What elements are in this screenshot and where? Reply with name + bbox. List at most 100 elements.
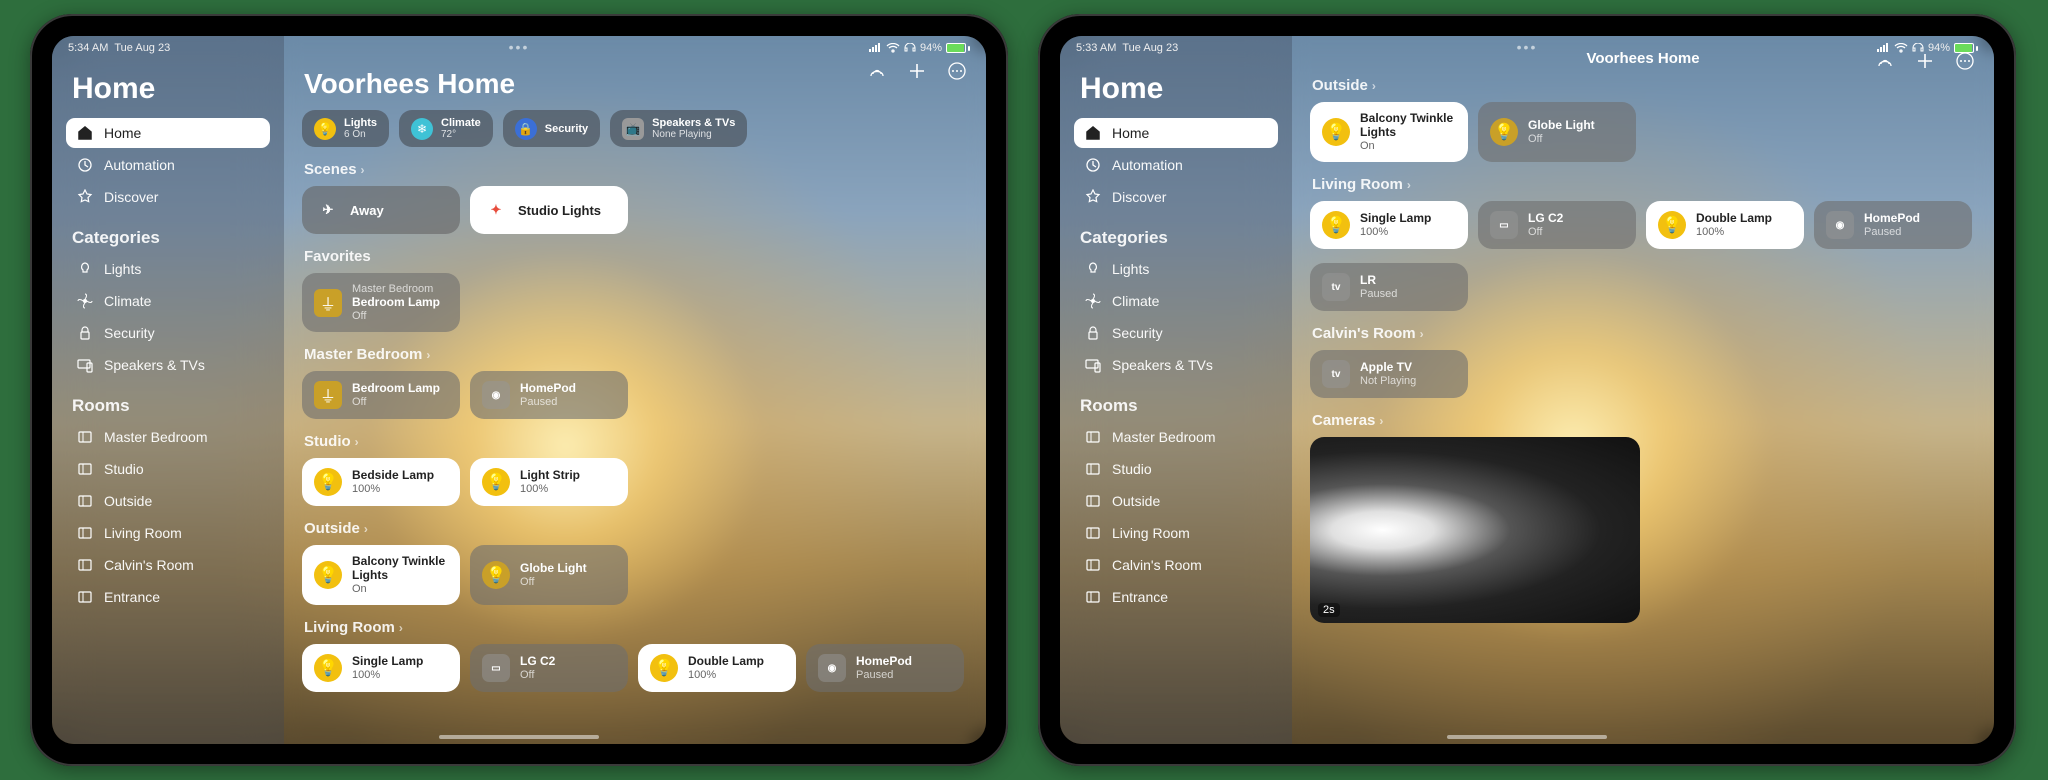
screen-right: 5:33 AM Tue Aug 23 94% ••• Home Home Aut… — [1060, 36, 1994, 744]
sidebar-nav-discover[interactable]: Discover — [1074, 182, 1278, 212]
star-icon — [1084, 188, 1102, 206]
category-pill-climate[interactable]: ❄︎ Climate72° — [399, 110, 493, 147]
tile-fav-bedroom-lamp[interactable]: ⏚ Master BedroomBedroom LampOff — [302, 273, 460, 332]
sidebar-cat-label: Lights — [1112, 261, 1149, 277]
category-pill-speakers[interactable]: 📺 Speakers & TVsNone Playing — [610, 110, 747, 147]
scene-away[interactable]: ✈︎ Away — [302, 186, 460, 234]
lightbulb-icon — [1084, 260, 1102, 278]
lightbulb-icon: 💡 — [314, 468, 342, 496]
tile-outside-globe[interactable]: 💡 Globe LightOff — [470, 545, 628, 605]
sidebar-room-outside[interactable]: Outside — [1074, 486, 1278, 516]
category-pill-security[interactable]: 🔒 Security — [503, 110, 600, 147]
sidebar-room-outside[interactable]: Outside — [66, 486, 270, 516]
multitask-dots[interactable]: ••• — [1517, 39, 1538, 55]
sidebar-nav-label: Home — [1112, 125, 1149, 141]
more-icon[interactable] — [948, 62, 966, 80]
sidebar-room-label: Master Bedroom — [1112, 429, 1215, 445]
sidebar-cat-speakers[interactable]: Speakers & TVs — [1074, 350, 1278, 380]
chevron-right-icon: › — [399, 621, 403, 635]
sidebar-nav-home[interactable]: Home — [1074, 118, 1278, 148]
sidebar-cat-climate[interactable]: Climate — [1074, 286, 1278, 316]
sidebar-cat-label: Climate — [1112, 293, 1159, 309]
sidebar-cat-label: Security — [1112, 325, 1163, 341]
section-outside[interactable]: Outside› — [1312, 77, 1976, 94]
section-living[interactable]: Living Room› — [304, 619, 968, 636]
camera-preview[interactable]: 2s — [1310, 437, 1640, 623]
camera-timestamp: 2s — [1318, 603, 1340, 617]
sidebar-nav-discover[interactable]: Discover — [66, 182, 270, 212]
sidebar-nav-label: Discover — [104, 189, 158, 205]
tile-outside-twinkle[interactable]: 💡Balcony Twinkle LightsOn — [1310, 102, 1468, 162]
scene-studio-lights[interactable]: ✦ Studio Lights — [470, 186, 628, 234]
lightbulb-icon: 💡 — [1322, 118, 1350, 146]
fan-icon: ❄︎ — [411, 118, 433, 140]
multitask-dots[interactable]: ••• — [509, 39, 530, 55]
sidebar-room-calvin[interactable]: Calvin's Room — [1074, 550, 1278, 580]
sidebar-nav-label: Home — [104, 125, 141, 141]
sidebar-cat-lights[interactable]: Lights — [66, 254, 270, 284]
home-indicator[interactable] — [1447, 735, 1607, 739]
section-cameras[interactable]: Cameras› — [1312, 412, 1976, 429]
tile-living-double[interactable]: 💡 Double Lamp100% — [638, 644, 796, 692]
sidebar-room-studio[interactable]: Studio — [66, 454, 270, 484]
category-pill-lights[interactable]: 💡 Lights6 On — [302, 110, 389, 147]
section-master[interactable]: Master Bedroom› — [304, 346, 968, 363]
tile-master-homepod[interactable]: ◉ HomePodPaused — [470, 371, 628, 419]
sidebar-room-studio[interactable]: Studio — [1074, 454, 1278, 484]
sidebar-room-label: Master Bedroom — [104, 429, 207, 445]
status-time: 5:33 AM — [1076, 42, 1116, 54]
appletv-icon: tv — [1322, 360, 1350, 388]
add-icon[interactable] — [908, 62, 926, 80]
tile-studio-bedside[interactable]: 💡 Bedside Lamp100% — [302, 458, 460, 506]
sidebar-nav-automation[interactable]: Automation — [1074, 150, 1278, 180]
tile-living-lr[interactable]: tvLRPaused — [1310, 263, 1468, 311]
section-favorites[interactable]: Favorites — [304, 248, 968, 265]
tile-living-homepod[interactable]: ◉ HomePodPaused — [806, 644, 964, 692]
sidebar-room-label: Entrance — [1112, 589, 1168, 605]
sidebar-cat-security[interactable]: Security — [66, 318, 270, 348]
section-calvin[interactable]: Calvin's Room› — [1312, 325, 1976, 342]
home-indicator[interactable] — [439, 735, 599, 739]
sidebar-cat-speakers[interactable]: Speakers & TVs — [66, 350, 270, 380]
tile-living-lg[interactable]: ▭LG C2Off — [1478, 201, 1636, 249]
sidebar-room-label: Studio — [1112, 461, 1152, 477]
sidebar-room-living[interactable]: Living Room — [66, 518, 270, 548]
tv-speaker-icon — [76, 356, 94, 374]
tile-master-lamp[interactable]: ⏚ Bedroom LampOff — [302, 371, 460, 419]
sidebar-rooms-label: Rooms — [72, 396, 264, 416]
sidebar-room-calvin[interactable]: Calvin's Room — [66, 550, 270, 580]
sidebar-room-living[interactable]: Living Room — [1074, 518, 1278, 548]
tile-calvin-atv[interactable]: tvApple TVNot Playing — [1310, 350, 1468, 398]
section-living[interactable]: Living Room› — [1312, 176, 1976, 193]
sidebar-cat-security[interactable]: Security — [1074, 318, 1278, 348]
tile-studio-strip[interactable]: 💡 Light Strip100% — [470, 458, 628, 506]
tile-living-lg[interactable]: ▭ LG C2Off — [470, 644, 628, 692]
sidebar-cat-lights[interactable]: Lights — [1074, 254, 1278, 284]
section-outside[interactable]: Outside› — [304, 520, 968, 537]
intercom-icon[interactable] — [868, 62, 886, 80]
sidebar: Home Home Automation Discover Categorie — [52, 36, 284, 744]
content-area: Voorhees Home Outside› 💡Balcony Twinkle … — [1292, 36, 1994, 744]
room-icon — [1084, 524, 1102, 542]
room-icon — [76, 588, 94, 606]
sidebar-room-label: Living Room — [104, 525, 182, 541]
sidebar-room-master[interactable]: Master Bedroom — [1074, 422, 1278, 452]
sidebar-nav-home[interactable]: Home — [66, 118, 270, 148]
tile-living-single[interactable]: 💡 Single Lamp100% — [302, 644, 460, 692]
sidebar-room-master[interactable]: Master Bedroom — [66, 422, 270, 452]
tile-living-homepod[interactable]: ◉HomePodPaused — [1814, 201, 1972, 249]
sidebar-room-entrance[interactable]: Entrance — [1074, 582, 1278, 612]
sidebar-nav-automation[interactable]: Automation — [66, 150, 270, 180]
signal-icon — [1876, 43, 1890, 53]
tile-living-single[interactable]: 💡Single Lamp100% — [1310, 201, 1468, 249]
tile-outside-twinkle[interactable]: 💡 Balcony Twinkle LightsOn — [302, 545, 460, 605]
tile-living-double[interactable]: 💡Double Lamp100% — [1646, 201, 1804, 249]
tile-outside-globe[interactable]: 💡Globe LightOff — [1478, 102, 1636, 162]
sidebar-cat-label: Speakers & TVs — [104, 357, 205, 373]
sidebar-nav-label: Discover — [1112, 189, 1166, 205]
sidebar-title: Home — [1080, 72, 1272, 106]
section-scenes[interactable]: Scenes› — [304, 161, 968, 178]
sidebar-room-entrance[interactable]: Entrance — [66, 582, 270, 612]
sidebar-cat-climate[interactable]: Climate — [66, 286, 270, 316]
section-studio[interactable]: Studio› — [304, 433, 968, 450]
